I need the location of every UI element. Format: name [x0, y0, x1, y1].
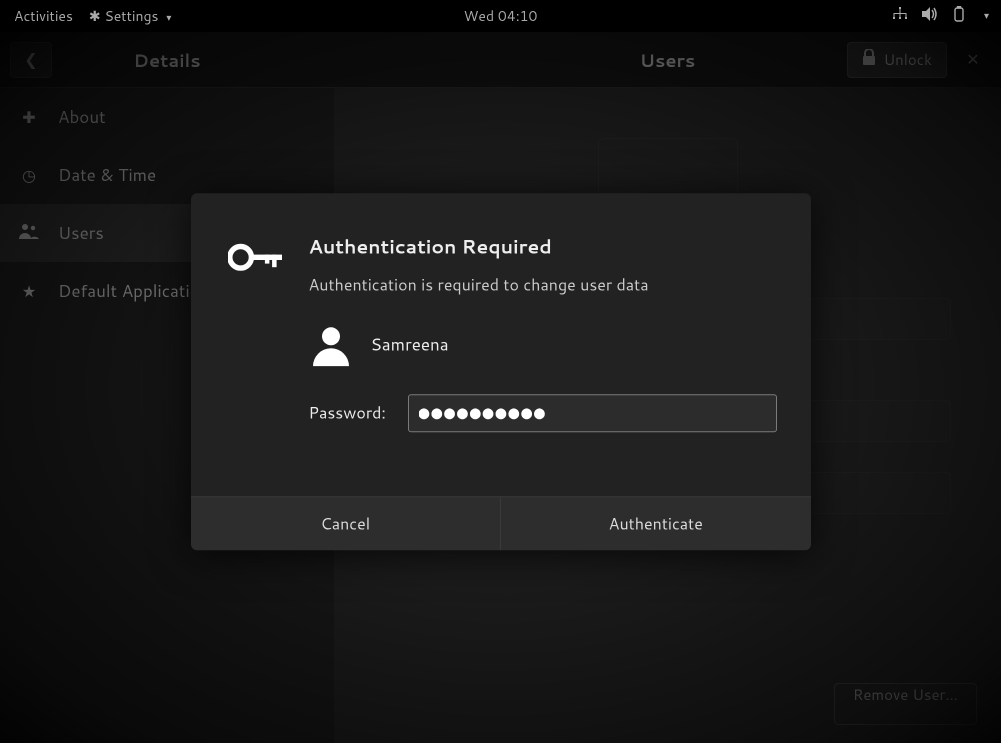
- network-icon[interactable]: [892, 6, 908, 26]
- password-label: Password:: [309, 402, 394, 425]
- settings-icon: ✱: [89, 6, 101, 26]
- volume-icon[interactable]: [922, 6, 938, 26]
- clock[interactable]: Wed 04:10: [464, 6, 538, 26]
- authenticate-button[interactable]: Authenticate: [500, 497, 811, 550]
- dialog-user-name: Samreena: [371, 332, 449, 356]
- power-icon[interactable]: [952, 6, 966, 27]
- gnome-top-bar: Activities ✱ Settings ▾ Wed 04:10 ▾: [0, 0, 1001, 32]
- cancel-button[interactable]: Cancel: [191, 497, 501, 550]
- current-app-label: Settings: [104, 6, 158, 26]
- user-avatar-icon: [309, 322, 353, 366]
- chevron-down-icon: ▾: [166, 11, 171, 25]
- dialog-message: Authentication is required to change use…: [309, 274, 777, 296]
- key-icon: [225, 233, 285, 432]
- chevron-down-icon[interactable]: ▾: [984, 9, 989, 23]
- auth-dialog: Authentication Required Authentication i…: [191, 193, 811, 550]
- password-input[interactable]: [408, 394, 777, 432]
- activities-button[interactable]: Activities: [14, 6, 73, 26]
- dialog-title: Authentication Required: [309, 233, 777, 260]
- current-app-indicator[interactable]: ✱ Settings ▾: [89, 6, 171, 26]
